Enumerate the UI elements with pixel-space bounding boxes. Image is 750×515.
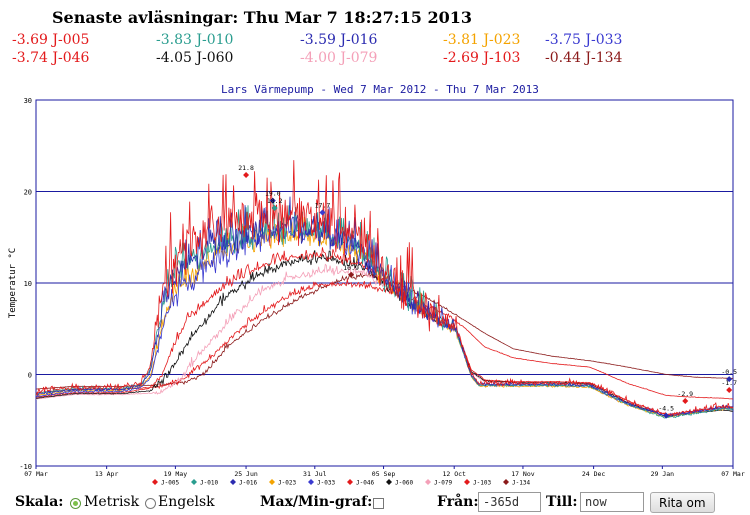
to-label: Till: xyxy=(546,494,578,510)
from-input[interactable] xyxy=(478,492,541,512)
imperial-radio[interactable] xyxy=(145,498,156,509)
x-tick-label: 19 May xyxy=(164,470,188,478)
x-tick-label: 17 Nov xyxy=(511,470,535,478)
legend-label-j-079: J-079 xyxy=(434,480,452,487)
legend-label-j-033: J-033 xyxy=(317,480,335,487)
annotation-label: 17.7 xyxy=(315,202,331,210)
legend-marker-j-010 xyxy=(191,479,197,485)
reading-j016: -3.59 J-016 xyxy=(300,32,378,48)
annotation-label: 18.2 xyxy=(267,197,283,205)
scale-label: Skala: xyxy=(15,494,64,510)
annotation-label: 10.9 xyxy=(343,264,359,272)
x-tick-label: 07 Mar xyxy=(721,470,745,478)
y-tick-label: 10 xyxy=(24,280,32,288)
y-axis-label: Temperatur °C xyxy=(8,248,18,318)
legend-label-j-060: J-060 xyxy=(395,480,413,487)
reading-j005: -3.69 J-005 xyxy=(12,32,90,48)
x-tick-label: 05 Sep xyxy=(372,470,396,478)
reading-j046: -3.74 J-046 xyxy=(12,50,90,66)
y-tick-label: 20 xyxy=(24,189,32,197)
legend-marker-j-016 xyxy=(230,479,236,485)
x-tick-label: 24 Dec xyxy=(582,470,606,478)
reading-j134: -0.44 J-134 xyxy=(545,50,623,66)
legend-label-j-134: J-134 xyxy=(512,480,530,487)
legend-marker-j-033 xyxy=(308,479,314,485)
legend-marker-j-134 xyxy=(503,479,509,485)
reading-j103: -2.69 J-103 xyxy=(443,50,521,66)
legend-marker-j-023 xyxy=(269,479,275,485)
maxmin-checkbox[interactable] xyxy=(373,498,384,509)
legend-label-j-023: J-023 xyxy=(278,480,296,487)
legend-label-j-016: J-016 xyxy=(239,480,257,487)
reading-j060: -4.05 J-060 xyxy=(156,50,234,66)
annotation-label: -2.9 xyxy=(677,390,693,398)
x-tick-label: 13 Apr xyxy=(95,470,119,478)
to-input[interactable] xyxy=(580,492,644,512)
legend-marker-j-060 xyxy=(386,479,392,485)
imperial-option-label[interactable]: Engelsk xyxy=(158,494,215,510)
legend-label-j-046: J-046 xyxy=(356,480,374,487)
x-tick-label: 29 Jan xyxy=(651,470,675,478)
legend-label-j-010: J-010 xyxy=(200,480,218,487)
readings-title: Senaste avläsningar: Thu Mar 7 18:27:15 … xyxy=(52,8,473,27)
annotation-label: -0.5 xyxy=(721,368,737,376)
legend-marker-j-079 xyxy=(425,479,431,485)
redraw-button[interactable]: Rita om xyxy=(650,492,715,513)
x-tick-label: 25 Jun xyxy=(234,470,258,478)
reading-j079: -4.00 J-079 xyxy=(300,50,378,66)
legend-marker-j-005 xyxy=(152,479,158,485)
from-label: Från: xyxy=(437,494,479,510)
legend-label-j-005: J-005 xyxy=(161,480,179,487)
legend-label-j-103: J-103 xyxy=(473,480,491,487)
reading-j010: -3.83 J-010 xyxy=(156,32,234,48)
x-tick-label: 31 Jul xyxy=(303,470,327,478)
x-tick-label: 07 Mar xyxy=(24,470,48,478)
y-tick-label: 0 xyxy=(28,372,32,380)
reading-j023: -3.81 J-023 xyxy=(443,32,521,48)
metric-radio[interactable] xyxy=(70,498,81,509)
chart-title: Lars Värmepump - Wed 7 Mar 2012 - Thu 7 … xyxy=(221,83,539,96)
legend-marker-j-046 xyxy=(347,479,353,485)
legend-marker-j-103 xyxy=(464,479,470,485)
reading-j033: -3.75 J-033 xyxy=(545,32,623,48)
maxmin-label: Max/Min-graf: xyxy=(260,494,373,510)
x-tick-label: 12 Oct xyxy=(442,470,466,478)
y-tick-label: 30 xyxy=(24,97,32,105)
controls-bar: Skala: Metrisk Engelsk Max/Min-graf: Frå… xyxy=(0,490,750,515)
metric-option-label[interactable]: Metrisk xyxy=(84,494,139,510)
annotation-label: 21.8 xyxy=(238,164,254,172)
temperature-chart: Lars Värmepump - Wed 7 Mar 2012 - Thu 7 … xyxy=(8,83,745,487)
annotation-label: -4.5 xyxy=(658,405,674,413)
